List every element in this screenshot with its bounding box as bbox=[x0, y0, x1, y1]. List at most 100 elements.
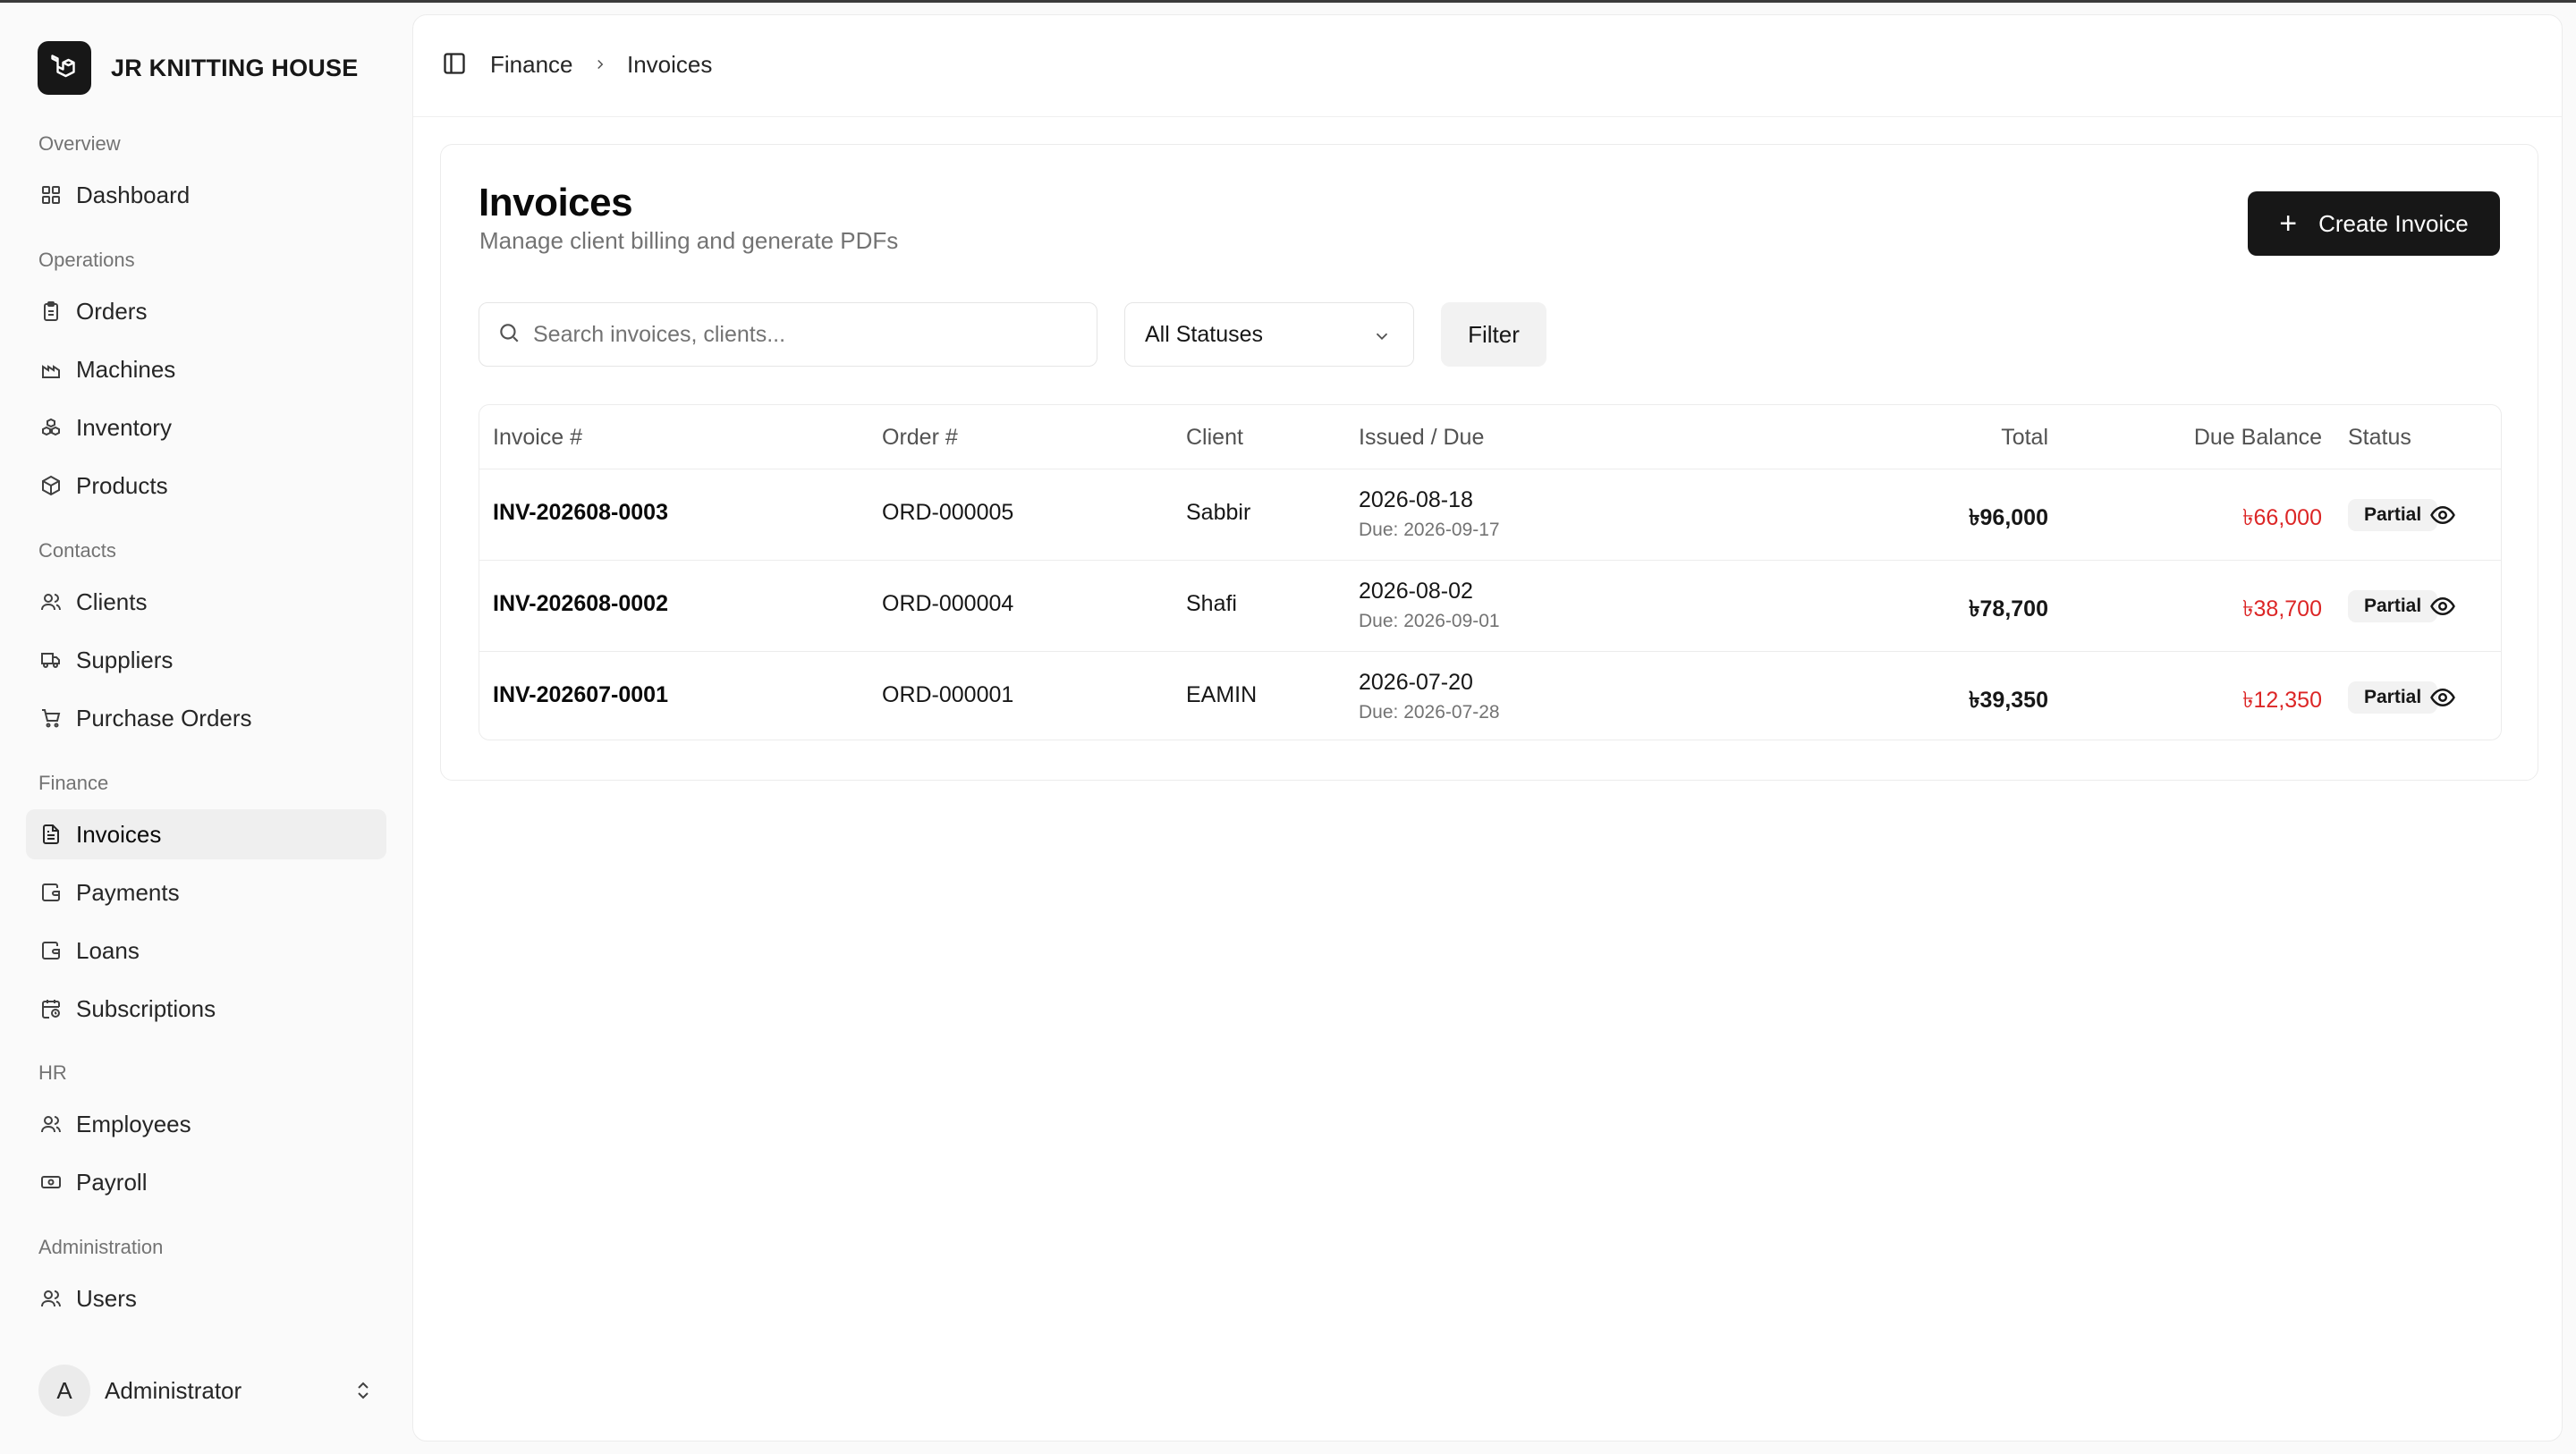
search-box[interactable] bbox=[479, 302, 1097, 367]
sidebar-item-products[interactable]: Products bbox=[26, 461, 386, 511]
sidebar-item-users[interactable]: Users bbox=[26, 1273, 386, 1323]
sidebar-item-label: Inventory bbox=[76, 413, 172, 441]
top-header: Finance Invoices bbox=[413, 15, 2562, 117]
invoices-table: Invoice # Order # Client Issued / Due To… bbox=[479, 404, 2502, 740]
cart-icon bbox=[38, 706, 64, 731]
wallet-icon bbox=[38, 938, 64, 963]
order-number: ORD-000004 bbox=[882, 591, 1014, 616]
chevrons-up-down-icon bbox=[352, 1380, 374, 1406]
due-date: Due: 2026-07-28 bbox=[1359, 702, 1500, 723]
total-amount: ৳78,700 bbox=[1969, 596, 2048, 621]
users-icon bbox=[38, 1112, 64, 1137]
user-menu[interactable]: A Administrator bbox=[26, 1362, 386, 1419]
group-label-operations: Operations bbox=[38, 249, 135, 271]
file-text-icon bbox=[38, 822, 64, 847]
sidebar-item-label: Purchase Orders bbox=[76, 704, 252, 731]
group-label-contacts: Contacts bbox=[38, 539, 116, 562]
order-number: ORD-000001 bbox=[882, 682, 1014, 707]
issued-date: 2026-07-20 bbox=[1359, 670, 1473, 695]
avatar: A bbox=[38, 1365, 90, 1416]
status-select[interactable]: All Statuses bbox=[1124, 302, 1414, 367]
sidebar-item-employees[interactable]: Employees bbox=[26, 1099, 386, 1149]
due-balance: ৳38,700 bbox=[2242, 596, 2322, 621]
sidebar-item-subscriptions[interactable]: Subscriptions bbox=[26, 984, 386, 1034]
sidebar-item-label: Clients bbox=[76, 588, 148, 615]
sidebar-item-label: Loans bbox=[76, 936, 140, 964]
client-name: EAMIN bbox=[1186, 682, 1258, 707]
sidebar-item-label: Machines bbox=[76, 355, 176, 383]
invoices-card: Invoices Manage client billing and gener… bbox=[440, 144, 2538, 781]
group-label-finance: Finance bbox=[38, 772, 109, 794]
invoice-number[interactable]: INV-202607-0001 bbox=[493, 682, 668, 708]
sidebar-item-invoices[interactable]: Invoices bbox=[26, 809, 386, 859]
table-row[interactable]: INV-202608-0002 ORD-000004 Shafi 2026-08… bbox=[479, 561, 2501, 652]
breadcrumb-finance[interactable]: Finance bbox=[490, 51, 573, 79]
sidebar-item-inventory[interactable]: Inventory bbox=[26, 402, 386, 452]
table-header: Invoice # Order # Client Issued / Due To… bbox=[479, 405, 2501, 469]
chevron-right-icon bbox=[592, 56, 608, 77]
create-invoice-button[interactable]: + Create Invoice bbox=[2248, 191, 2500, 256]
status-badge: Partial bbox=[2348, 590, 2438, 622]
due-date: Due: 2026-09-17 bbox=[1359, 520, 1500, 540]
users-icon bbox=[38, 1286, 64, 1311]
boxes-icon bbox=[38, 415, 64, 440]
view-eye-icon[interactable] bbox=[2429, 502, 2456, 533]
total-amount: ৳39,350 bbox=[1969, 688, 2048, 713]
brand-logo-icon bbox=[38, 41, 91, 95]
column-header-total: Total bbox=[2001, 425, 2048, 450]
column-header-order: Order # bbox=[882, 425, 958, 450]
view-eye-icon[interactable] bbox=[2429, 593, 2456, 624]
search-input[interactable] bbox=[533, 321, 1070, 348]
breadcrumb-invoices: Invoices bbox=[627, 51, 713, 78]
total-amount: ৳96,000 bbox=[1969, 505, 2048, 530]
column-header-due-balance: Due Balance bbox=[2193, 425, 2322, 450]
sidebar-item-loans[interactable]: Loans bbox=[26, 926, 386, 976]
sidebar-item-label: Payroll bbox=[76, 1168, 148, 1196]
sidebar-item-label: Products bbox=[76, 471, 168, 499]
status-badge: Partial bbox=[2348, 499, 2438, 531]
client-name: Sabbir bbox=[1186, 500, 1251, 525]
sidebar: JR KNITTING HOUSE Overview Dashboard Ope… bbox=[0, 3, 411, 1454]
truck-icon bbox=[38, 647, 64, 672]
main-content: Finance Invoices Invoices Manage client … bbox=[412, 14, 2563, 1441]
sidebar-item-machines[interactable]: Machines bbox=[26, 344, 386, 394]
sidebar-item-payroll[interactable]: Payroll bbox=[26, 1157, 386, 1207]
factory-icon bbox=[38, 357, 64, 382]
sidebar-item-suppliers[interactable]: Suppliers bbox=[26, 635, 386, 685]
sidebar-item-label: Suppliers bbox=[76, 646, 174, 673]
banknote-icon bbox=[38, 1170, 64, 1195]
sidebar-item-label: Dashboard bbox=[76, 181, 191, 208]
invoice-number[interactable]: INV-202608-0003 bbox=[493, 500, 668, 526]
view-eye-icon[interactable] bbox=[2429, 684, 2456, 715]
sidebar-toggle-icon[interactable] bbox=[442, 51, 467, 80]
issued-date: 2026-08-18 bbox=[1359, 487, 1473, 512]
due-balance: ৳66,000 bbox=[2242, 505, 2322, 530]
column-header-invoice: Invoice # bbox=[493, 425, 583, 450]
filter-button[interactable]: Filter bbox=[1441, 302, 1546, 367]
group-label-administration: Administration bbox=[38, 1236, 164, 1258]
order-number: ORD-000005 bbox=[882, 500, 1014, 525]
sidebar-item-clients[interactable]: Clients bbox=[26, 577, 386, 627]
group-label-hr: HR bbox=[38, 1061, 67, 1084]
sidebar-item-payments[interactable]: Payments bbox=[26, 867, 386, 917]
table-row[interactable]: INV-202608-0003 ORD-000005 Sabbir 2026-0… bbox=[479, 469, 2501, 561]
plus-icon: + bbox=[2279, 207, 2298, 241]
clipboard-icon bbox=[38, 299, 64, 324]
package-icon bbox=[38, 473, 64, 498]
sidebar-item-label: Users bbox=[76, 1284, 137, 1312]
group-label-overview: Overview bbox=[38, 132, 121, 155]
brand-name: JR KNITTING HOUSE bbox=[111, 54, 359, 81]
page-subtitle: Manage client billing and generate PDFs bbox=[479, 227, 899, 254]
search-icon bbox=[497, 321, 521, 349]
dashboard-grid-icon bbox=[38, 182, 64, 207]
wallet-icon bbox=[38, 880, 64, 905]
sidebar-item-purchase-orders[interactable]: Purchase Orders bbox=[26, 693, 386, 743]
table-row[interactable]: INV-202607-0001 ORD-000001 EAMIN 2026-07… bbox=[479, 652, 2501, 740]
sidebar-item-dashboard[interactable]: Dashboard bbox=[26, 170, 386, 220]
chevron-down-icon bbox=[1372, 326, 1392, 352]
brand[interactable]: JR KNITTING HOUSE bbox=[38, 41, 358, 95]
calendar-clock-icon bbox=[38, 996, 64, 1021]
sidebar-item-orders[interactable]: Orders bbox=[26, 286, 386, 336]
sidebar-item-label: Payments bbox=[76, 878, 180, 906]
invoice-number[interactable]: INV-202608-0002 bbox=[493, 591, 668, 617]
